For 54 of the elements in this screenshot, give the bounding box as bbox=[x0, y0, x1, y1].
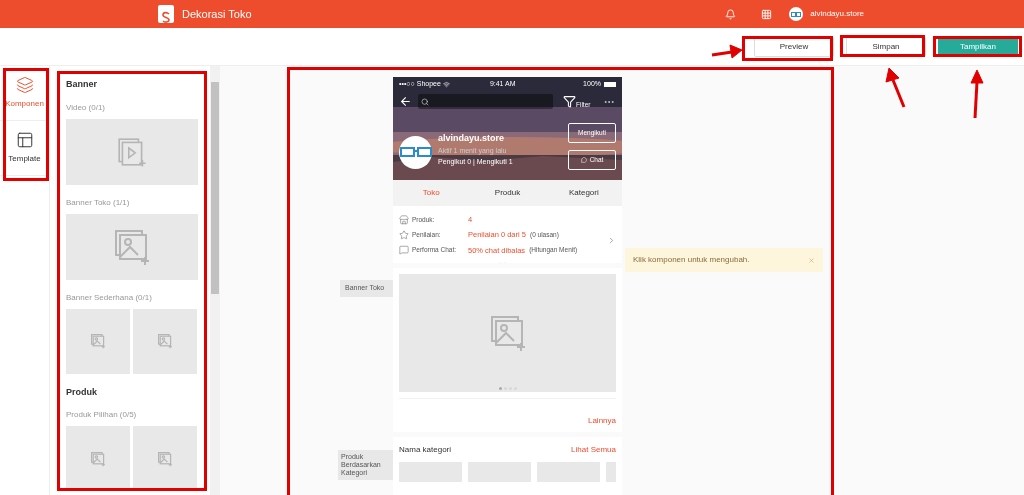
close-icon[interactable] bbox=[808, 256, 815, 264]
apps-grid-icon[interactable] bbox=[761, 8, 773, 20]
bell-icon[interactable] bbox=[725, 8, 737, 20]
annotation-arrow bbox=[711, 44, 743, 59]
annotation-arrow bbox=[970, 69, 984, 119]
rail-tab[interactable]: Template bbox=[0, 121, 49, 176]
see-all-link[interactable]: Lihat Semua bbox=[571, 443, 616, 456]
component-tile[interactable] bbox=[66, 426, 130, 491]
scrollbar[interactable] bbox=[210, 66, 220, 495]
back-icon[interactable] bbox=[399, 95, 412, 108]
shop-tab[interactable]: Kategori bbox=[545, 180, 622, 206]
component-label: Banner Toko (1/1) bbox=[66, 196, 131, 209]
store-icon bbox=[399, 214, 409, 225]
section-title: Produk bbox=[66, 385, 98, 399]
add-image-icon bbox=[90, 450, 106, 467]
shop-tab[interactable]: Produk bbox=[469, 180, 546, 206]
shop-header-card[interactable] bbox=[393, 77, 622, 263]
search-icon bbox=[421, 97, 429, 106]
store-name[interactable]: alvindayu.store bbox=[810, 8, 864, 20]
category-title: Nama kategori bbox=[399, 443, 452, 456]
component-label: Video (0/1) bbox=[66, 101, 106, 114]
add-image-icon bbox=[157, 450, 173, 467]
shop-bag-icon bbox=[158, 5, 174, 23]
filter-icon[interactable] bbox=[563, 95, 576, 108]
component-tile[interactable] bbox=[66, 213, 198, 280]
layers-icon bbox=[15, 76, 34, 94]
add-video-icon bbox=[116, 135, 148, 168]
component-tile[interactable] bbox=[66, 308, 130, 374]
component-label: Banner Sederhana (0/1) bbox=[66, 291, 153, 304]
add-image-icon bbox=[90, 333, 106, 349]
section-title: Banner bbox=[66, 78, 98, 91]
page-title: Dekorasi Toko bbox=[182, 6, 252, 22]
more-link[interactable]: Lainnya bbox=[587, 414, 616, 427]
component-tile[interactable] bbox=[66, 118, 198, 185]
annotation-arrow bbox=[885, 67, 906, 108]
search-field[interactable] bbox=[418, 94, 553, 109]
chat-bubble-icon bbox=[399, 245, 409, 256]
hint-text: Klik komponen untuk mengubah. bbox=[633, 254, 750, 266]
wifi-icon bbox=[442, 80, 450, 88]
add-image-icon bbox=[157, 333, 173, 349]
chevron-right-icon[interactable] bbox=[607, 236, 616, 246]
rail-tab[interactable]: Komponen bbox=[0, 66, 49, 121]
banner-card[interactable]: Lainnya bbox=[393, 267, 622, 432]
store-avatar[interactable] bbox=[789, 7, 804, 21]
shop-name: alvindayu.store bbox=[438, 132, 506, 146]
shop-tab[interactable]: Toko bbox=[393, 180, 470, 206]
chat-icon bbox=[580, 156, 587, 163]
component-tile[interactable] bbox=[133, 308, 197, 374]
battery-icon bbox=[604, 81, 616, 87]
star-icon bbox=[399, 229, 409, 240]
layout-icon bbox=[15, 131, 34, 149]
category-card[interactable]: Nama kategori Lihat Semua bbox=[393, 436, 622, 495]
component-label: Produk Pilihan (0/5) bbox=[66, 409, 138, 421]
component-tile[interactable] bbox=[133, 426, 197, 491]
